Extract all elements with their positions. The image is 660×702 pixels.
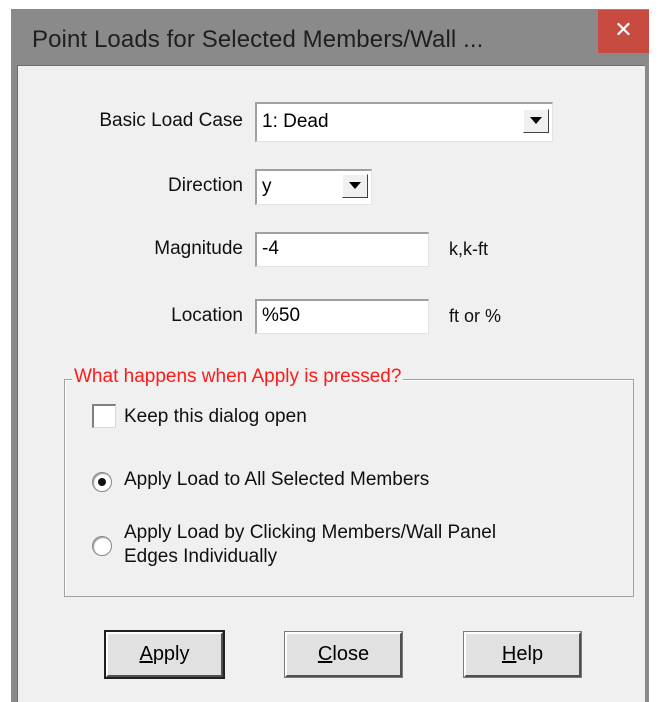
basic-load-case-select[interactable]: 1: Dead [255, 102, 553, 142]
keep-open-label[interactable]: Keep this dialog open [124, 406, 307, 428]
close-icon: ✕ [614, 18, 633, 43]
help-mnemonic: H [501, 643, 517, 665]
apply-by-click-radio[interactable] [92, 536, 112, 556]
magnitude-label: Magnitude [154, 238, 243, 259]
location-label: Location [171, 305, 243, 326]
apply-mnemonic: A [139, 643, 153, 665]
close-button[interactable]: Close [284, 631, 403, 678]
basic-load-case-label: Basic Load Case [99, 110, 243, 131]
location-input[interactable]: %50 [255, 299, 429, 334]
dialog-window: Point Loads for Selected Members/Wall ..… [11, 9, 649, 702]
direction-value: y [262, 176, 272, 197]
close-label-rest: lose [332, 643, 370, 665]
help-label-rest: elp [516, 643, 544, 665]
apply-button[interactable]: Apply [104, 630, 225, 679]
keep-open-checkbox[interactable] [92, 404, 116, 428]
apply-by-click-label[interactable]: Apply Load by Clicking Members/Wall Pane… [124, 521, 496, 569]
title-bar[interactable]: Point Loads for Selected Members/Wall ..… [11, 9, 649, 65]
dialog-body: Basic Load Case 1: Dead Direction y Magn… [17, 65, 645, 702]
chevron-down-icon[interactable] [342, 174, 368, 198]
apply-by-click-line1: Apply Load by Clicking Members/Wall Pane… [124, 522, 497, 543]
magnitude-input[interactable]: -4 [255, 232, 429, 267]
apply-all-label[interactable]: Apply Load to All Selected Members [124, 469, 429, 491]
apply-label-rest: pply [152, 643, 190, 665]
window-title: Point Loads for Selected Members/Wall ..… [32, 26, 484, 53]
basic-load-case-value: 1: Dead [262, 111, 329, 132]
radio-selected-dot [98, 478, 106, 486]
close-mnemonic: C [317, 643, 333, 665]
chevron-down-icon[interactable] [523, 109, 549, 133]
magnitude-unit: k,k-ft [449, 239, 488, 259]
apply-all-radio[interactable] [92, 472, 112, 492]
direction-label: Direction [168, 175, 243, 196]
group-caption: What happens when Apply is pressed? [72, 366, 404, 388]
location-value: %50 [262, 305, 301, 326]
direction-select[interactable]: y [255, 169, 372, 205]
magnitude-value: -4 [262, 238, 279, 259]
apply-by-click-line2: Edges Individually [124, 546, 278, 567]
location-unit: ft or % [449, 306, 502, 326]
close-window-button[interactable]: ✕ [598, 10, 649, 53]
help-button[interactable]: Help [463, 631, 582, 678]
